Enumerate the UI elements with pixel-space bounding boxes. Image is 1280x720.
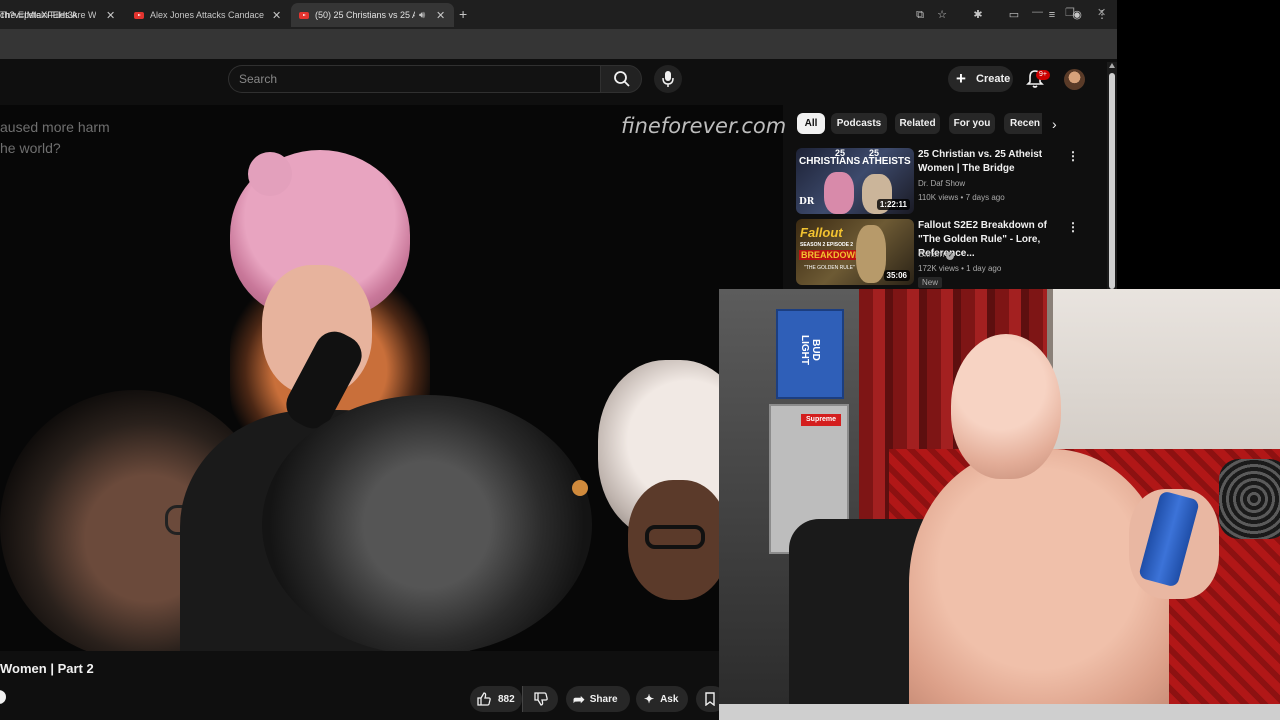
create-label: Create bbox=[976, 73, 1011, 85]
notification-badge: 9+ bbox=[1036, 70, 1050, 80]
video-title: Women | Part 2 bbox=[0, 661, 94, 676]
video-overlay-question: aused more harm he world? bbox=[0, 117, 110, 159]
chevron-right-icon[interactable]: › bbox=[1052, 116, 1057, 132]
channel-name: Oxhorn bbox=[918, 250, 945, 259]
thumbnail-person bbox=[824, 172, 854, 214]
video-watermark: fineforever.com bbox=[621, 114, 787, 138]
ask-button[interactable]: ✦ Ask bbox=[636, 686, 688, 712]
background-light bbox=[572, 480, 588, 496]
person-torso bbox=[909, 449, 1169, 720]
desk-edge bbox=[719, 704, 1280, 720]
bookmark-star-icon[interactable]: ☆ bbox=[935, 8, 949, 22]
recommendation-channel[interactable]: Oxhorn ✓ bbox=[918, 250, 955, 260]
more-options-icon[interactable]: ⋮ bbox=[1067, 220, 1079, 234]
chip-related[interactable]: Related bbox=[895, 113, 940, 134]
overlay-line: aused more harm bbox=[0, 119, 110, 135]
like-button[interactable]: 882 bbox=[470, 686, 522, 712]
split-view-icon[interactable]: ▭ bbox=[1007, 8, 1021, 22]
chip-podcasts[interactable]: Podcasts bbox=[831, 113, 887, 134]
overlay-line: he world? bbox=[0, 140, 61, 156]
thumbnail-logo: DR bbox=[799, 197, 815, 207]
close-tab-icon[interactable]: ✕ bbox=[106, 9, 115, 22]
search-icon bbox=[614, 71, 630, 87]
chip-all[interactable]: All bbox=[797, 113, 825, 134]
media-controls-icon[interactable]: ≡ bbox=[1045, 8, 1059, 22]
thumbnail-text: BREAKDOWN bbox=[799, 250, 864, 260]
search-placeholder: Search bbox=[239, 72, 278, 86]
share-label: Share bbox=[589, 693, 618, 705]
more-options-icon[interactable]: ⋮ bbox=[1067, 149, 1079, 163]
microphone-icon bbox=[662, 71, 674, 87]
dislike-button[interactable] bbox=[522, 686, 558, 712]
browser-tab[interactable]: Alex Jones Attacks Candace Ow ✕ bbox=[126, 3, 288, 27]
thumbnail-figure bbox=[856, 225, 886, 283]
search-input[interactable] bbox=[228, 65, 600, 93]
search-button[interactable] bbox=[600, 65, 642, 93]
youtube-favicon-icon bbox=[134, 11, 144, 19]
recommendation-meta: 110K views • 7 days ago bbox=[918, 193, 1005, 202]
duration-badge: 35:06 bbox=[883, 270, 910, 281]
scrollbar-thumb[interactable] bbox=[1109, 73, 1115, 289]
thumbs-down-icon bbox=[533, 692, 548, 706]
webcam-overlay: BUD LIGHT Supreme bbox=[719, 289, 1280, 720]
bookmark-icon bbox=[705, 692, 715, 706]
plus-icon: + bbox=[956, 69, 966, 88]
verified-check-icon: ✓ bbox=[946, 252, 955, 260]
new-badge: New bbox=[918, 277, 943, 288]
video-thumbnail[interactable]: CHRISTIANS 25 25 ATHEISTS DR 1:22:11 bbox=[796, 148, 914, 214]
thumbnail-text: ATHEISTS bbox=[862, 156, 911, 167]
menu-icon[interactable]: ⋮ bbox=[1095, 8, 1109, 22]
like-count: 882 bbox=[498, 693, 515, 705]
close-tab-icon[interactable]: ✕ bbox=[436, 9, 445, 22]
thumbnail-text: SEASON 2 EPISODE 2 bbox=[800, 242, 854, 248]
recommendation-channel[interactable]: Dr. Daf Show bbox=[918, 179, 965, 188]
new-tab-icon[interactable]: + bbox=[459, 6, 467, 22]
address-bar bbox=[0, 29, 1117, 59]
chip-for-you[interactable]: For you bbox=[949, 113, 995, 134]
recommendation-title[interactable]: 25 Christian vs. 25 Atheist Women | The … bbox=[918, 148, 1060, 176]
duration-badge: 1:22:11 bbox=[876, 199, 910, 210]
thumbnail-text: "THE GOLDEN RULE" bbox=[804, 265, 855, 271]
avatar[interactable] bbox=[1064, 69, 1085, 90]
thumbs-up-icon bbox=[477, 692, 491, 706]
beer-box-label: BUD LIGHT bbox=[799, 335, 821, 365]
minimize-icon[interactable]: — bbox=[1032, 6, 1043, 18]
share-button[interactable]: ➦ Share bbox=[566, 686, 630, 712]
beanie-pompom bbox=[248, 152, 292, 196]
fridge-sticker: Supreme bbox=[801, 414, 841, 426]
patterned-pillow bbox=[1219, 459, 1280, 539]
video-frame bbox=[0, 105, 783, 651]
voice-search-button[interactable] bbox=[654, 65, 682, 93]
chip-recent[interactable]: Recen bbox=[1004, 113, 1042, 134]
scroll-up-arrow-icon[interactable] bbox=[1109, 63, 1115, 68]
browser-tab-active[interactable]: (50) 25 Christians vs 25 Athe 🔊︎ ✕ bbox=[291, 3, 454, 27]
fuzzy-hair-foreground bbox=[262, 395, 592, 651]
sparkle-icon: ✦ bbox=[644, 692, 655, 706]
video-thumbnail[interactable]: Fallout SEASON 2 EPISODE 2 BREAKDOWN "TH… bbox=[796, 219, 914, 285]
ask-label: Ask bbox=[660, 693, 679, 705]
thumbnail-text: Fallout bbox=[800, 225, 843, 240]
speaker-icon[interactable]: 🔊︎ bbox=[419, 10, 425, 21]
profile-icon[interactable]: ◉ bbox=[1070, 8, 1084, 22]
thumbnail-text: CHRISTIANS bbox=[799, 156, 861, 167]
url-text[interactable]: ch?v=IMlaXFEHt3k bbox=[0, 10, 77, 20]
tab-title: Alex Jones Attacks Candace Ow bbox=[150, 10, 264, 20]
glasses bbox=[645, 525, 705, 549]
tab-title: (50) 25 Christians vs 25 Athe bbox=[315, 10, 415, 20]
close-tab-icon[interactable]: ✕ bbox=[272, 9, 281, 22]
install-app-icon[interactable]: ⧉ bbox=[913, 8, 927, 22]
share-icon: ➦ bbox=[573, 690, 585, 707]
recommendation-meta: 172K views • 1 day ago bbox=[918, 264, 1002, 273]
extensions-icon[interactable]: ✱ bbox=[971, 8, 985, 22]
person-head bbox=[951, 334, 1061, 479]
youtube-favicon-icon bbox=[299, 11, 309, 19]
thumbnail-text: 25 bbox=[835, 148, 846, 158]
